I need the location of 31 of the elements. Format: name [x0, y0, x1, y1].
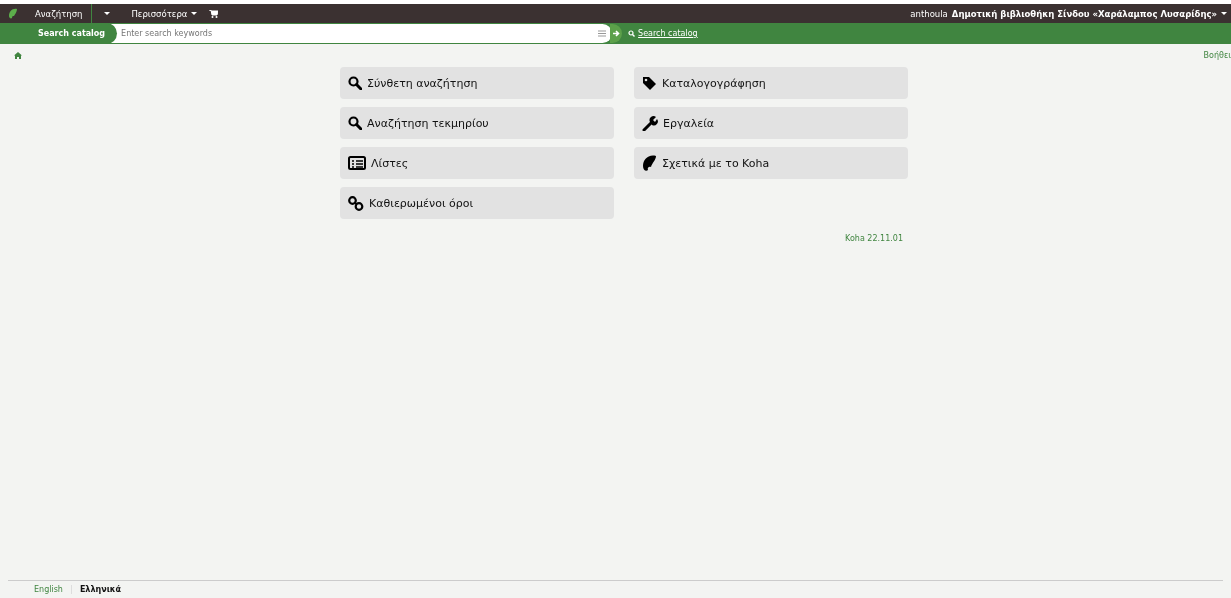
version-label: Koha 22.11.01 — [845, 234, 903, 243]
submit-button[interactable] — [610, 24, 623, 43]
tag-icon — [642, 75, 657, 91]
caret-icon[interactable] — [104, 12, 111, 15]
search-icon — [348, 116, 362, 130]
home-icon[interactable] — [14, 51, 22, 59]
help-link[interactable]: Βοήθει — [1203, 50, 1231, 60]
leaf-icon — [642, 154, 657, 172]
menu-tile[interactable]: Λίστες — [340, 147, 614, 179]
caret-icon[interactable] — [191, 12, 198, 15]
language-link[interactable]: English — [26, 585, 71, 594]
leaf-icon[interactable] — [8, 8, 18, 19]
search-bar[interactable]: Search catalog Enter search keywords Search catalog — [0, 23, 1231, 44]
search-icon — [628, 30, 636, 37]
nav-link[interactable]: Αναζήτηση — [26, 8, 92, 19]
arrow-icon — [612, 30, 620, 37]
menu-tile[interactable]: Καθιερωμένοι όροι — [340, 187, 614, 219]
list-icon — [348, 156, 366, 170]
menu-tile[interactable]: Σύνθετη αναζήτηση — [340, 67, 614, 99]
nav-dropdown[interactable]: Περισσότερα — [122, 8, 197, 19]
search-icon — [348, 76, 362, 90]
menu-tile[interactable]: Αναζήτηση τεκμηρίου — [340, 107, 614, 139]
cart-icon[interactable] — [209, 9, 219, 18]
menu-tile[interactable]: Καταλογογράφηση — [634, 67, 908, 99]
menu-tile[interactable]: Σχετικά με το Koha — [634, 147, 908, 179]
menu-tile[interactable]: Εργαλεία — [634, 107, 908, 139]
wrench-icon — [642, 115, 658, 131]
language-link[interactable]: Ελληνικά — [70, 585, 129, 594]
user-menu[interactable]: anthoula Δημοτική βιβλιοθήκη Σίνδου «Χαράλαμπος Λυσαρίδης» — [910, 8, 1227, 19]
link-icon — [348, 195, 364, 211]
search-catalog-link[interactable]: Search catalog — [628, 29, 698, 38]
